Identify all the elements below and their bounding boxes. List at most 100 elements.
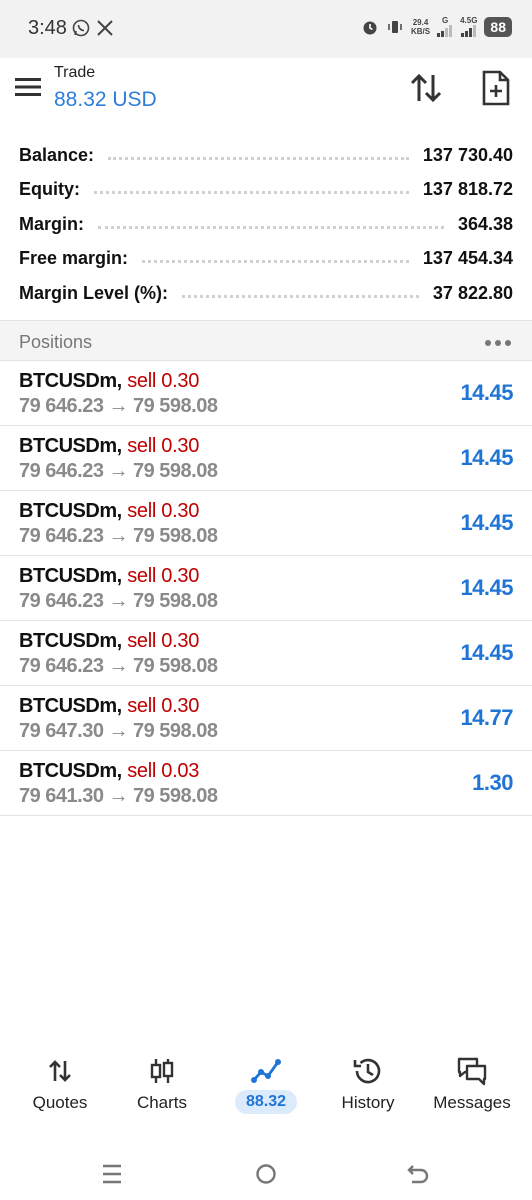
position-title: BTCUSDm, sell 0.30 xyxy=(19,435,199,458)
current-price: 79 598.08 xyxy=(132,460,218,482)
signal-bars-icon xyxy=(437,25,453,37)
recent-apps-icon[interactable] xyxy=(98,1160,126,1188)
net-speed: 29.4 KB/S xyxy=(411,18,430,36)
position-profit: 1.30 xyxy=(472,770,513,795)
position-symbol: BTCUSDm, xyxy=(19,370,122,392)
nav-label: Quotes xyxy=(32,1093,88,1112)
position-row[interactable]: BTCUSDm, sell 0.30 79 646.23 → 79 598.08 1… xyxy=(0,361,532,426)
position-profit: 14.45 xyxy=(460,380,513,405)
system-navigation-bar xyxy=(0,1148,532,1200)
position-profit: 14.45 xyxy=(460,640,513,665)
summary-row-margin: Margin: 364.38 xyxy=(0,207,532,242)
position-title: BTCUSDm, sell 0.30 xyxy=(19,565,199,588)
net-speed-value: 29.4 xyxy=(412,17,429,27)
position-side: sell 0.30 xyxy=(127,435,200,457)
summary-value: 137 818.72 xyxy=(422,179,513,200)
position-profit: 14.45 xyxy=(460,510,513,535)
position-title: BTCUSDm, sell 0.03 xyxy=(19,760,199,783)
more-options-icon[interactable] xyxy=(485,340,511,346)
bottom-navigation: Quotes Charts 88.32 History Messages xyxy=(0,1048,532,1128)
dotted-leader xyxy=(142,260,409,264)
candlestick-icon xyxy=(150,1059,174,1083)
position-symbol: BTCUSDm, xyxy=(19,500,122,522)
summary-value: 364.38 xyxy=(457,213,513,234)
trade-line-icon xyxy=(251,1059,281,1083)
summary-row-equity: Equity: 137 818.72 xyxy=(0,173,532,208)
summary-row-margin-level: Margin Level (%): 37 822.80 xyxy=(0,276,532,311)
home-icon[interactable] xyxy=(252,1160,280,1188)
summary-value: 37 822.80 xyxy=(432,282,513,303)
current-price: 79 598.08 xyxy=(132,785,218,807)
position-symbol: BTCUSDm, xyxy=(19,565,122,587)
summary-label: Equity: xyxy=(19,179,80,200)
x-logo-icon xyxy=(97,20,113,36)
vibrate-icon xyxy=(388,20,402,33)
sort-arrows-icon[interactable] xyxy=(409,71,443,105)
open-price: 79 646.23 xyxy=(19,525,104,547)
position-prices: 79 646.23 → 79 598.08 xyxy=(19,655,218,678)
position-title: BTCUSDm, sell 0.30 xyxy=(19,695,199,718)
current-price: 79 598.08 xyxy=(132,720,218,742)
position-prices: 79 646.23 → 79 598.08 xyxy=(19,525,218,548)
signal-1: G xyxy=(437,16,453,37)
position-row[interactable]: BTCUSDm, sell 0.30 79 647.30 → 79 598.08 1… xyxy=(0,686,532,751)
position-row[interactable]: BTCUSDm, sell 0.30 79 646.23 → 79 598.08 1… xyxy=(0,621,532,686)
nav-label: Messages xyxy=(433,1093,511,1112)
positions-header: Positions xyxy=(0,320,532,361)
menu-icon[interactable] xyxy=(15,76,41,98)
new-order-icon[interactable] xyxy=(481,70,511,106)
position-row[interactable]: BTCUSDm, sell 0.30 79 646.23 → 79 598.08 1… xyxy=(0,556,532,621)
summary-value: 137 730.40 xyxy=(422,144,513,165)
position-row[interactable]: BTCUSDm, sell 0.30 79 646.23 → 79 598.08 1… xyxy=(0,426,532,491)
position-symbol: BTCUSDm, xyxy=(19,695,122,717)
nav-charts[interactable]: Charts xyxy=(112,1048,212,1128)
nav-label: Charts xyxy=(136,1093,188,1112)
quotes-arrows-icon xyxy=(49,1060,71,1082)
nav-messages[interactable]: Messages xyxy=(422,1048,522,1128)
status-right: 29.4 KB/S G 4.5G 88 xyxy=(361,16,512,37)
position-title: BTCUSDm, sell 0.30 xyxy=(19,370,199,393)
summary-row-free-margin: Free margin: 137 454.34 xyxy=(0,242,532,277)
open-price: 79 646.23 xyxy=(19,460,104,482)
position-title: BTCUSDm, sell 0.30 xyxy=(19,500,199,523)
battery-indicator: 88 xyxy=(484,16,512,37)
nav-label: History xyxy=(341,1093,395,1112)
nav-trade[interactable]: 88.32 xyxy=(216,1048,316,1128)
dotted-leader xyxy=(182,294,419,298)
signal-1-label: G xyxy=(441,16,449,25)
dotted-leader xyxy=(108,156,409,160)
position-side: sell 0.30 xyxy=(127,500,200,522)
summary-label: Free margin: xyxy=(19,248,129,269)
arrow-right-icon: → xyxy=(108,460,128,482)
position-symbol: BTCUSDm, xyxy=(19,630,122,652)
back-icon[interactable] xyxy=(404,1160,432,1188)
arrow-right-icon: → xyxy=(108,590,128,612)
account-summary: Balance: 137 730.40 Equity: 137 818.72 M… xyxy=(0,138,532,311)
open-price: 79 646.23 xyxy=(19,590,104,612)
alarm-icon xyxy=(363,21,377,34)
nav-label-active: 88.32 xyxy=(234,1090,298,1114)
arrow-right-icon: → xyxy=(108,525,128,547)
net-speed-unit: KB/S xyxy=(410,26,431,36)
position-side: sell 0.30 xyxy=(127,565,200,587)
messages-icon xyxy=(457,1057,487,1086)
status-app-icons xyxy=(72,19,114,37)
current-price: 79 598.08 xyxy=(132,655,218,677)
nav-history[interactable]: History xyxy=(318,1048,418,1128)
position-prices: 79 646.23 → 79 598.08 xyxy=(19,590,218,613)
position-row[interactable]: BTCUSDm, sell 0.03 79 641.30 → 79 598.08 1… xyxy=(0,751,532,816)
nav-quotes[interactable]: Quotes xyxy=(10,1048,110,1128)
position-side: sell 0.30 xyxy=(127,630,200,652)
page-title: Trade xyxy=(54,64,96,81)
open-price: 79 641.30 xyxy=(19,785,104,807)
open-price: 79 647.30 xyxy=(19,720,104,742)
signal-2-label: 4.5G xyxy=(460,16,478,25)
position-row[interactable]: BTCUSDm, sell 0.30 79 646.23 → 79 598.08 1… xyxy=(0,491,532,556)
arrow-right-icon: → xyxy=(108,785,128,807)
history-clock-icon xyxy=(353,1058,381,1084)
status-time: 3:48 xyxy=(28,17,67,39)
dotted-leader xyxy=(94,191,409,195)
summary-label: Margin: xyxy=(19,213,84,234)
position-side: sell 0.03 xyxy=(127,760,200,782)
open-price: 79 646.23 xyxy=(19,395,104,417)
